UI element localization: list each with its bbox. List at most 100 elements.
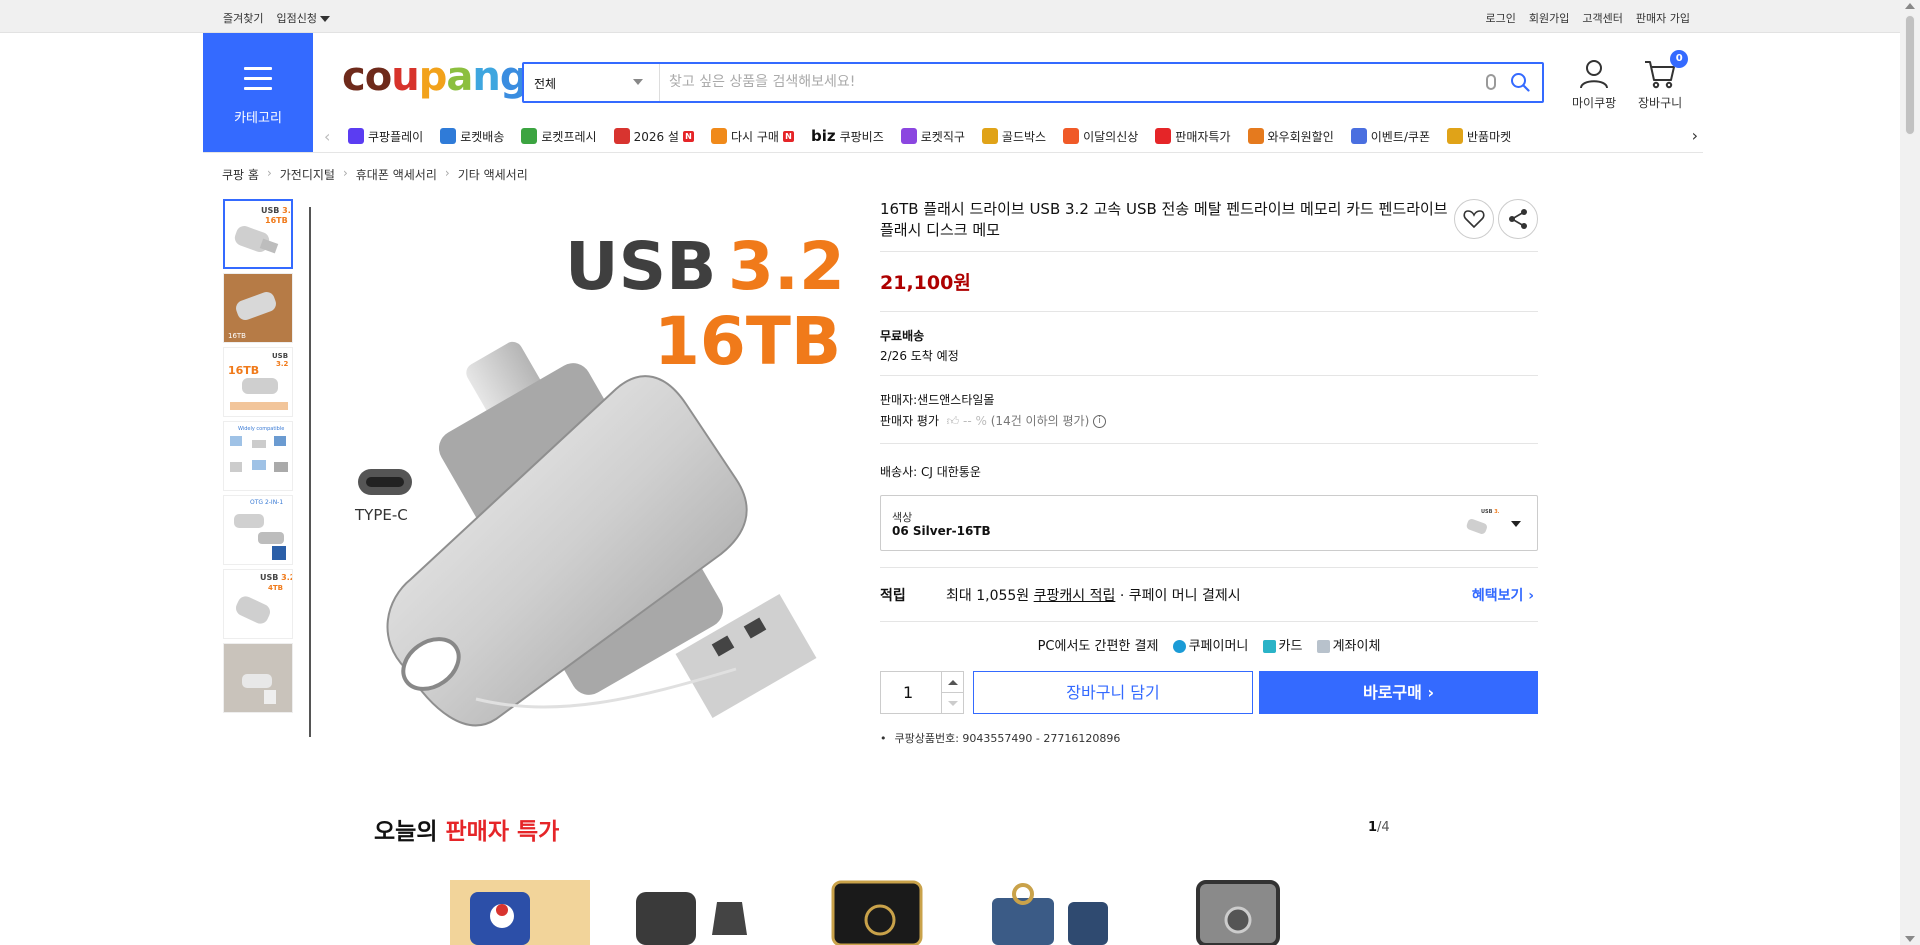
quantity-value[interactable]: 1 (903, 683, 913, 702)
menu-item[interactable]: 와우회원할인 (1247, 127, 1334, 145)
breadcrumb-digital[interactable]: 가전디지털 (280, 166, 335, 183)
mypage-button[interactable]: 마이쿠팡 (1572, 58, 1616, 111)
seller-apply-link[interactable]: 입점신청 (276, 10, 330, 26)
divider (880, 375, 1538, 376)
menu-item[interactable]: 반품마켓 (1447, 127, 1511, 145)
benefits-label: 혜택보기 (1471, 588, 1524, 604)
seller-name[interactable]: 판매자:샌드앤스타일몰 (880, 391, 994, 408)
menu-item-label: 판매자특가 (1175, 129, 1231, 144)
menu-item-icon (981, 128, 998, 144)
chevron-left-icon[interactable]: ‹ (324, 127, 330, 146)
menu-item-icon (1155, 128, 1172, 144)
deal-product-3[interactable] (825, 880, 935, 945)
signup-link[interactable]: 회원가입 (1529, 10, 1569, 26)
menu-item[interactable]: 로켓프레시 (521, 127, 597, 145)
payment-method-coupay: 쿠페이머니 (1188, 639, 1249, 654)
svg-text:USB 3.2: USB 3.2 (261, 206, 291, 215)
category-menu-button[interactable]: 카테고리 (203, 33, 313, 152)
deal-product-2[interactable] (632, 880, 757, 945)
deal-product-5[interactable] (1190, 880, 1290, 945)
menu-item[interactable]: 로켓직구 (900, 127, 965, 145)
quantity-increase-button[interactable] (941, 672, 963, 693)
reward-link[interactable]: 쿠팡캐시 적립 (1034, 588, 1116, 604)
menu-item[interactable]: 이벤트/쿠폰 (1350, 127, 1430, 145)
option-value: 06 Silver-16TB (892, 524, 991, 538)
svg-text:16TB: 16TB (228, 332, 246, 340)
deal-product-1[interactable] (450, 880, 590, 945)
card-icon (1262, 640, 1276, 653)
thumbnail-7[interactable] (223, 643, 293, 713)
share-button[interactable] (1498, 199, 1538, 239)
thumbnail-4[interactable]: Widely compatible (223, 421, 293, 491)
reward-text: 최대 1,055원 쿠팡캐시 적립 · 쿠페이 머니 결제시 (946, 585, 1241, 605)
header-divider (203, 152, 1703, 153)
breadcrumb-home[interactable]: 쿠팡 홈 (222, 166, 259, 183)
menu-item[interactable]: 판매자특가 (1155, 127, 1231, 145)
reward-label: 적립 (880, 588, 906, 604)
coupang-logo[interactable]: coupang (342, 54, 528, 100)
menu-item[interactable]: 골드박스 (981, 127, 1046, 145)
search-input[interactable] (669, 70, 1469, 94)
seller-rating-value: -- % (963, 414, 987, 428)
page-scrollbar[interactable] (1900, 0, 1920, 945)
favorite-button[interactable] (1454, 199, 1494, 239)
top-left-links: 즐겨찾기 입점신청 (223, 10, 330, 26)
search-icon[interactable] (1510, 72, 1530, 92)
divider (880, 311, 1538, 312)
scroll-thumb[interactable] (1905, 15, 1915, 135)
scroll-up-icon[interactable] (1905, 3, 1915, 9)
menu-item[interactable]: 2026 설N (613, 127, 694, 145)
product-info-panel: 16TB 플래시 드라이브 USB 3.2 고속 USB 전송 메탈 펜드라이브… (880, 199, 1538, 745)
login-link[interactable]: 로그인 (1486, 10, 1516, 26)
seller-signup-link[interactable]: 판매자 가입 (1636, 10, 1690, 26)
new-badge-icon: N (782, 130, 794, 142)
payment-title: PC에서도 간편한 결제 (1037, 639, 1159, 654)
menu-item-label: 쿠팡플레이 (368, 129, 424, 144)
menu-item-label: 와우회원할인 (1267, 129, 1334, 144)
breadcrumb-other-accessories[interactable]: 기타 액세서리 (458, 166, 528, 183)
thumbnail-divider (309, 207, 311, 737)
cart-button[interactable]: 0 장바구니 (1638, 50, 1689, 111)
coupay-money-icon (1172, 640, 1186, 653)
color-option-select[interactable]: 색상 06 Silver-16TB USB 3.2 (880, 495, 1538, 551)
menu-item-icon (710, 128, 727, 144)
menu-item-label: 로켓프레시 (541, 129, 597, 144)
product-price: 21,100원 (880, 272, 971, 294)
menu-item-icon (348, 128, 364, 144)
menu-item-label: 다시 구매 (730, 129, 779, 144)
benefits-link[interactable]: 혜택보기 › (1472, 585, 1534, 605)
menu-item[interactable]: 이달의신상 (1063, 127, 1138, 145)
breadcrumb-separator-icon: › (342, 166, 348, 180)
thumbnail-6[interactable]: USB 3.2 4TB (223, 569, 293, 639)
menu-item-label: 로켓직구 (920, 129, 965, 144)
quantity-decrease-button[interactable] (941, 693, 963, 714)
menu-item[interactable]: 쿠팡플레이 (348, 127, 423, 145)
thumbnail-1[interactable]: USB 3.2 16TB (223, 199, 293, 269)
main-product-image[interactable]: USB 3.2 16TB TYPE-C (316, 199, 866, 739)
deal-product-4[interactable] (988, 880, 1118, 945)
menu-item[interactable]: biz 쿠팡비즈 (811, 127, 884, 145)
divider (880, 621, 1538, 622)
bookmark-link[interactable]: 즐겨찾기 (223, 10, 263, 26)
thumbnail-2[interactable]: 16TB (223, 273, 293, 343)
breadcrumb-phone-accessories[interactable]: 휴대폰 액세서리 (356, 166, 437, 183)
menu-item-label: 2026 설 (633, 129, 679, 144)
thumbnail-5[interactable]: OTG 2-IN-1 (223, 495, 293, 565)
payment-method-bank: 계좌이체 (1332, 639, 1381, 654)
chevron-down-icon (1511, 521, 1521, 527)
breadcrumb-separator-icon: › (444, 166, 450, 180)
deals-pagination: 1/4 (1368, 820, 1390, 835)
microphone-icon[interactable] (1486, 74, 1496, 90)
info-icon[interactable]: i (1093, 415, 1107, 428)
buy-now-button[interactable]: 바로구매 › (1259, 671, 1538, 714)
thumbnail-3[interactable]: USB 3.2 16TB (223, 347, 293, 417)
service-menu-items: 쿠팡플레이 로켓배송 로켓프레시 2026 설 N 다시 구매 Nbiz 쿠팡비즈 로켓직구 골드… (348, 127, 1511, 145)
chevron-right-icon[interactable]: › (1692, 126, 1698, 145)
menu-item-icon (1447, 128, 1463, 144)
scroll-down-icon[interactable] (1905, 936, 1915, 942)
search-category-select[interactable]: 전체 (524, 64, 660, 101)
customer-center-link[interactable]: 고객센터 (1582, 10, 1622, 26)
add-to-cart-button[interactable]: 장바구니 담기 (973, 671, 1253, 714)
menu-item[interactable]: 다시 구매 N (710, 127, 794, 145)
menu-item[interactable]: 로켓배송 (440, 127, 504, 145)
